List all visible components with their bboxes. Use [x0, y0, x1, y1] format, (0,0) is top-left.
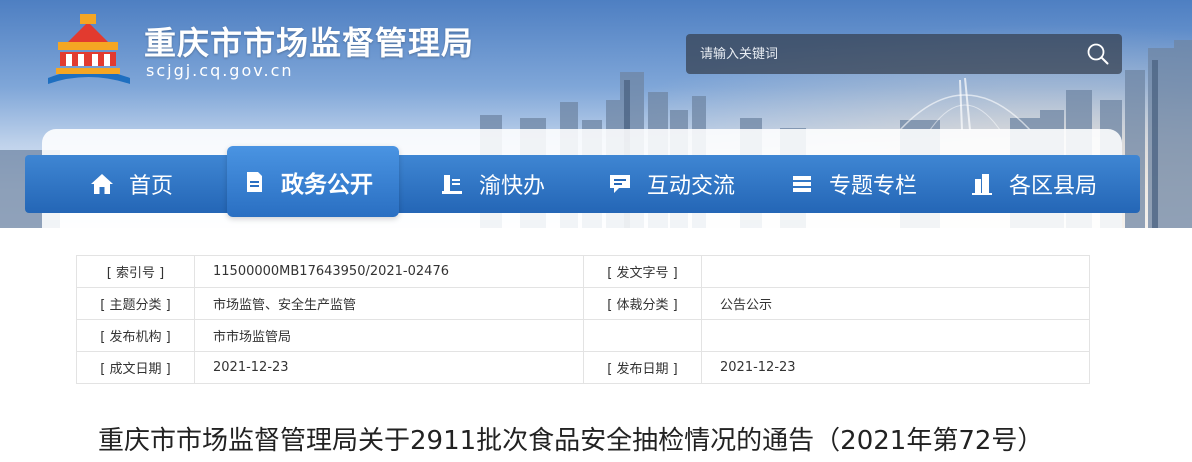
nav-item-label: 政务公开 — [281, 171, 373, 198]
meta-value-written-date: 2021-12-23 — [194, 351, 584, 384]
nav-item-label: 专题专栏 — [829, 174, 918, 199]
meta-key-genre-category: [ 体裁分类 ] — [583, 287, 702, 320]
document-meta-table: [ 索引号 ] 11500000MB17643950/2021-02476 [ … — [76, 255, 1090, 384]
meta-key-publisher: [ 发布机构 ] — [76, 319, 195, 352]
meta-value-topic-category: 市场监管、安全生产监管 — [194, 287, 584, 320]
site-domain: scjgj.cq.gov.cn — [146, 61, 294, 80]
meta-key-publish-date: [ 发布日期 ] — [583, 351, 702, 384]
search-icon[interactable] — [1086, 42, 1110, 66]
table-row: [ 发布机构 ] 市市场监管局 — [76, 319, 1090, 352]
meta-key-topic-category: [ 主题分类 ] — [76, 287, 195, 320]
nav-item-district-bureaus[interactable]: 各区县局 — [969, 155, 1097, 213]
main-nav: 首页 政务公开 渝快办 互动交流 专题专栏 各区县局 — [25, 146, 1140, 217]
meta-value-publisher: 市市场监管局 — [194, 319, 584, 352]
nav-item-government-affairs[interactable]: 政务公开 — [227, 146, 399, 217]
nav-item-label: 渝快办 — [479, 174, 546, 199]
chat-icon — [610, 175, 630, 193]
nav-item-special-topics[interactable]: 专题专栏 — [789, 155, 917, 213]
column-icon — [793, 176, 811, 192]
nav-item-label: 首页 — [129, 174, 174, 199]
building-icon — [972, 174, 992, 195]
nav-item-label: 互动交流 — [647, 174, 736, 199]
document-icon — [247, 171, 262, 192]
table-row: [ 索引号 ] 11500000MB17643950/2021-02476 [ … — [76, 255, 1090, 288]
table-row: [ 成文日期 ] 2021-12-23 [ 发布日期 ] 2021-12-23 — [76, 351, 1090, 384]
meta-key-index-number: [ 索引号 ] — [76, 255, 195, 288]
site-title: 重庆市市场监督管理局 — [144, 24, 475, 62]
nav-item-yukuaiban[interactable]: 渝快办 — [439, 155, 545, 213]
nav-item-home[interactable]: 首页 — [89, 155, 173, 213]
article-title: 重庆市市场监督管理局关于2911批次食品安全抽检情况的通告（2021年第72号） — [98, 426, 1044, 456]
meta-value-empty — [701, 319, 1090, 352]
meta-value-genre-category: 公告公示 — [701, 287, 1090, 320]
meta-value-index-number: 11500000MB17643950/2021-02476 — [194, 255, 584, 288]
nav-item-label: 各区县局 — [1009, 174, 1098, 199]
service-icon — [442, 175, 462, 194]
site-logo — [48, 14, 130, 84]
meta-key-written-date: [ 成文日期 ] — [76, 351, 195, 384]
table-row: [ 主题分类 ] 市场监管、安全生产监管 [ 体裁分类 ] 公告公示 — [76, 287, 1090, 320]
meta-value-publish-date: 2021-12-23 — [701, 351, 1090, 384]
meta-key-document-number: [ 发文字号 ] — [583, 255, 702, 288]
search-box — [686, 34, 1122, 74]
meta-value-document-number — [701, 255, 1090, 288]
nav-item-interaction[interactable]: 互动交流 — [607, 155, 735, 213]
meta-key-empty — [583, 319, 702, 352]
search-input[interactable] — [686, 34, 1066, 74]
home-icon — [91, 174, 113, 194]
